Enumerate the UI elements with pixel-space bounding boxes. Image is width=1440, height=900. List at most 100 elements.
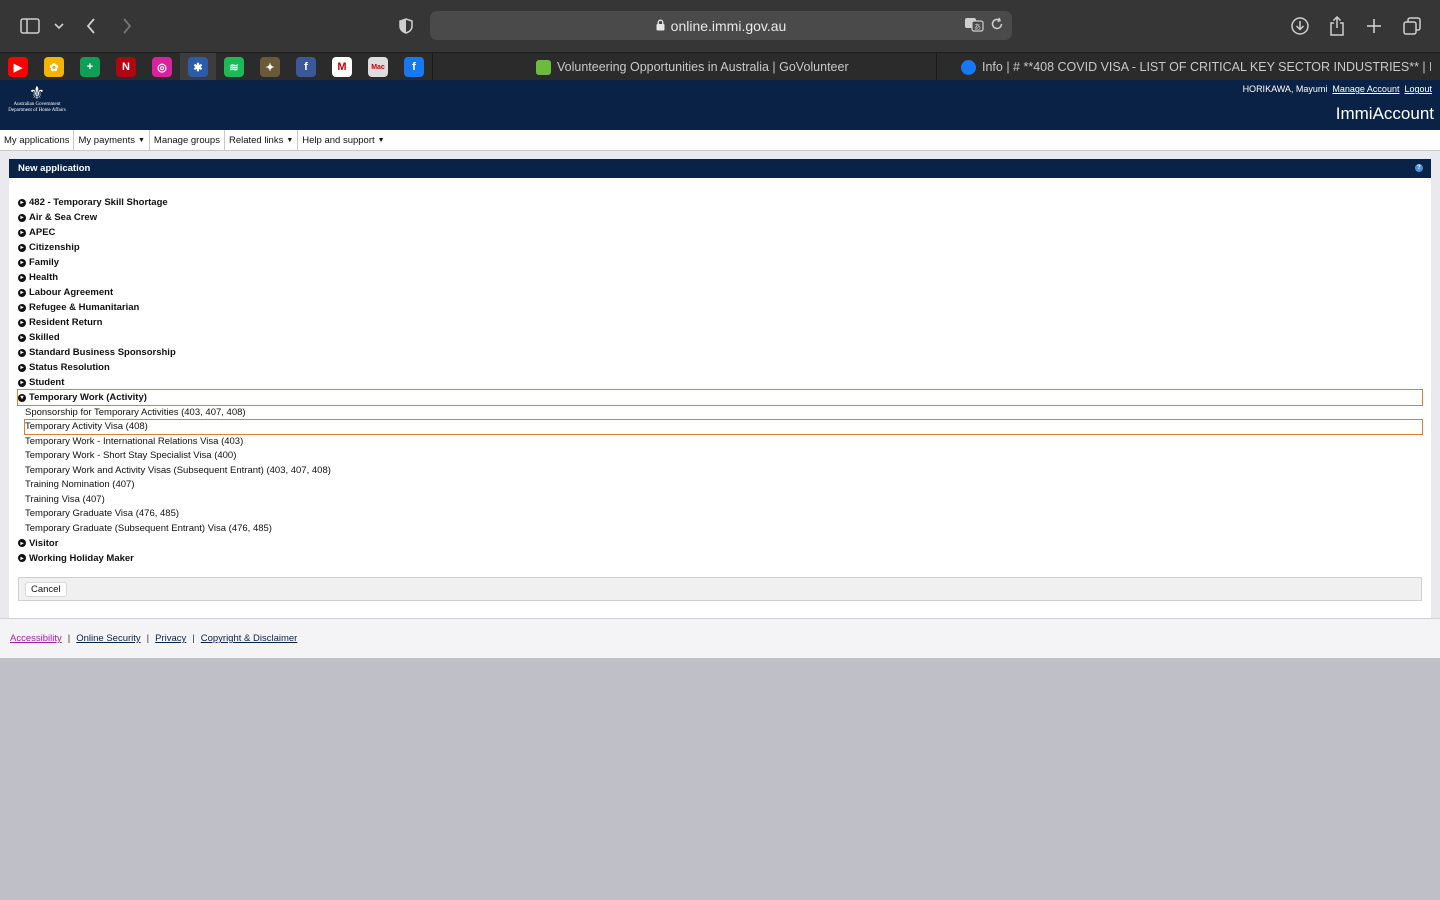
category-label: Skilled	[29, 332, 60, 343]
application-link[interactable]: Temporary Graduate Visa (476, 485)	[18, 507, 1422, 522]
footer-separator: |	[67, 633, 71, 644]
logout-link[interactable]: Logout	[1404, 84, 1432, 94]
menu-my-applications[interactable]: My applications	[0, 130, 75, 151]
collapse-icon: ▾	[18, 393, 26, 402]
instagram-favorite-icon[interactable]: ◎	[152, 57, 172, 77]
facebook-icon	[961, 59, 976, 75]
category-item[interactable]: ▸ Labour Agreement	[18, 285, 1422, 300]
expand-icon: ▸	[18, 288, 26, 297]
category-item[interactable]: ▸ Skilled	[18, 330, 1422, 345]
manage-account-link[interactable]: Manage Account	[1332, 84, 1399, 94]
category-item[interactable]: ▸ Health	[18, 270, 1422, 285]
facebook-page-favorite-icon[interactable]: f	[296, 57, 316, 77]
application-link[interactable]: Temporary Work and Activity Visas (Subse…	[18, 463, 1422, 478]
reload-icon[interactable]	[990, 17, 1004, 34]
sidebar-toggle-icon[interactable]	[17, 13, 43, 39]
mac-favorite-icon[interactable]: Mac	[368, 57, 388, 77]
expand-icon: ▸	[18, 213, 26, 222]
category-item[interactable]: ▸ Refugee & Humanitarian	[18, 300, 1422, 315]
category-item[interactable]: ▸ Working Holiday Maker	[18, 551, 1422, 566]
category-label: Citizenship	[29, 242, 80, 253]
forward-icon[interactable]	[114, 13, 140, 39]
footer-link-privacy[interactable]: Privacy	[155, 633, 186, 644]
category-label: Family	[29, 257, 60, 268]
expand-icon: ▸	[18, 363, 26, 372]
share-icon[interactable]	[1324, 13, 1350, 39]
facebook-favorite-icon[interactable]: f	[404, 57, 424, 77]
category-item[interactable]: ▸ Visitor	[18, 536, 1422, 551]
expand-icon: ▸	[18, 554, 26, 562]
category-item[interactable]: ▸ 482 - Temporary Skill Shortage	[18, 195, 1422, 210]
category-item[interactable]: ▸ APEC	[18, 225, 1422, 240]
spotify-favorite-icon[interactable]: ≋	[224, 57, 244, 77]
application-link[interactable]: Temporary Graduate (Subsequent Entrant) …	[18, 521, 1422, 536]
category-item[interactable]: ▸ Standard Business Sponsorship	[18, 345, 1422, 360]
expand-icon: ▸	[18, 198, 26, 207]
category-label: Temporary Work (Activity)	[29, 392, 147, 403]
menu-related-links[interactable]: Related links ▼	[225, 130, 299, 151]
app-name: ImmiAccount	[1335, 104, 1434, 123]
menu-help-and-support[interactable]: Help and support ▼	[298, 130, 388, 151]
translate-icon[interactable]: あ	[964, 16, 984, 35]
expand-icon: ▸	[18, 333, 26, 342]
category-item[interactable]: ▸ Family	[18, 255, 1422, 270]
category-item[interactable]: ▸ Student	[18, 375, 1422, 390]
category-label: Status Resolution	[29, 362, 110, 373]
category-item[interactable]: ▾ Temporary Work (Activity)	[17, 389, 1423, 406]
netflix-favorite-icon[interactable]: N	[116, 57, 136, 77]
help-icon[interactable]: ?	[1415, 164, 1423, 172]
category-label: 482 - Temporary Skill Shortage	[29, 197, 168, 208]
application-link[interactable]: Temporary Work - Short Stay Specialist V…	[18, 449, 1422, 464]
expand-icon: ▸	[18, 273, 26, 282]
user-links: HORIKAWA, Mayumi Manage Account Logout	[1243, 84, 1432, 94]
expand-icon: ▸	[18, 228, 26, 237]
application-label: Temporary Work and Activity Visas (Subse…	[25, 464, 331, 476]
menu-label: Help and support	[302, 135, 375, 146]
animal-favorite-icon[interactable]: ✦	[260, 57, 280, 77]
application-link[interactable]: Temporary Activity Visa (408)	[24, 418, 1423, 435]
expand-icon: ▸	[18, 348, 26, 357]
downloads-icon[interactable]	[1287, 13, 1313, 39]
lock-icon	[656, 18, 665, 34]
back-icon[interactable]	[78, 13, 104, 39]
tab-title: Volunteering Opportunities in Australia …	[557, 60, 849, 74]
menu-manage-groups[interactable]: Manage groups	[150, 130, 225, 151]
category-item[interactable]: ▸ Status Resolution	[18, 360, 1422, 375]
cancel-button[interactable]: Cancel	[25, 581, 67, 597]
user-name: HORIKAWA, Mayumi	[1242, 84, 1328, 94]
chevron-down-icon[interactable]	[46, 13, 72, 39]
action-bar: Cancel	[18, 577, 1422, 601]
application-link[interactable]: Sponsorship for Temporary Activities (40…	[18, 405, 1422, 420]
application-label: Training Visa (407)	[25, 493, 105, 505]
menu-my-payments[interactable]: My payments ▼	[74, 130, 150, 151]
gmail-favorite-icon[interactable]: M	[332, 57, 352, 77]
new-tab-icon[interactable]	[1361, 13, 1387, 39]
logo-line-2: Department of Home Affairs	[8, 108, 66, 113]
footer-link-online-security[interactable]: Online Security	[76, 633, 140, 644]
category-item[interactable]: ▸ Resident Return	[18, 315, 1422, 330]
australian-government-logo[interactable]: ⚜ Australian Government Department of Ho…	[6, 84, 68, 126]
category-label: Health	[29, 272, 59, 283]
settings-favorite-icon[interactable]: ✱	[188, 57, 208, 77]
footer-link-accessibility[interactable]: Accessibility	[10, 633, 62, 644]
application-label: Temporary Work - Short Stay Specialist V…	[25, 450, 237, 462]
application-label: Temporary Graduate Visa (476, 485)	[25, 508, 180, 520]
category-item[interactable]: ▸ Air & Sea Crew	[18, 210, 1422, 225]
category-label: Refugee & Humanitarian	[29, 302, 140, 313]
tab-facebook-info[interactable]: Info | # **408 COVID VISA - LIST OF CRIT…	[961, 53, 1431, 81]
photos-favorite-icon[interactable]: ✿	[44, 57, 64, 77]
tab-govolunteer[interactable]: Volunteering Opportunities in Australia …	[536, 53, 896, 81]
youtube-favorite-icon[interactable]: ▶	[8, 57, 28, 77]
footer-link-copyright[interactable]: Copyright & Disclaimer	[201, 633, 298, 644]
tab-overview-icon[interactable]	[1399, 13, 1425, 39]
application-type-list: ▸ 482 - Temporary Skill Shortage ▸ Air & Se…	[17, 195, 1423, 566]
application-link[interactable]: Training Nomination (407)	[18, 478, 1422, 493]
application-label: Temporary Work - International Relations…	[25, 435, 244, 447]
address-bar[interactable]: online.immi.gov.au あ	[430, 11, 1012, 40]
sheets-favorite-icon[interactable]: +	[80, 57, 100, 77]
application-link[interactable]: Temporary Work - International Relations…	[18, 434, 1422, 449]
expand-icon: ▸	[18, 318, 26, 327]
category-item[interactable]: ▸ Citizenship	[18, 240, 1422, 255]
application-link[interactable]: Training Visa (407)	[18, 492, 1422, 507]
privacy-shield-icon[interactable]	[393, 13, 419, 39]
